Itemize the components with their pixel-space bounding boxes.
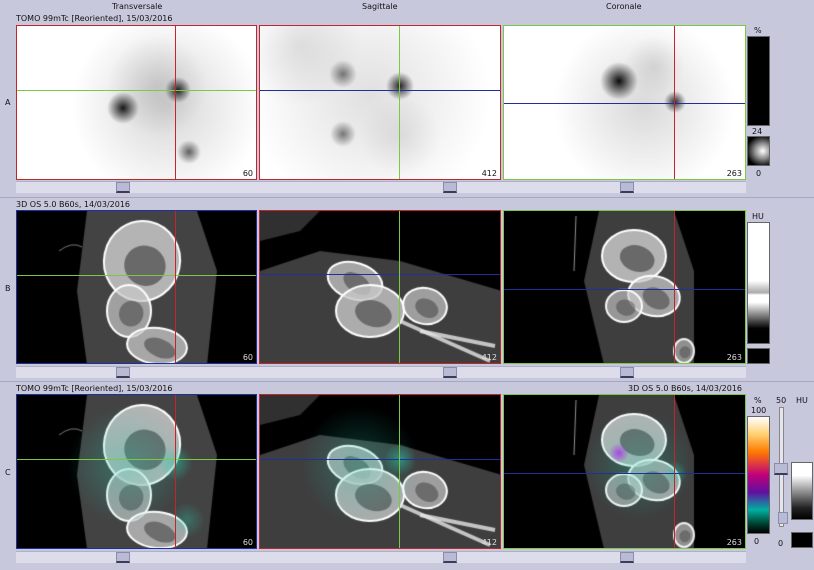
slice-number: 263 [726, 169, 742, 178]
spect-transversal-image [17, 26, 256, 179]
slice-number: 263 [726, 353, 742, 362]
crosshair-vertical [674, 395, 675, 548]
row-a-window-gradient [747, 136, 770, 166]
row-a-sagittal-view[interactable]: 412 [259, 25, 501, 180]
row-c-unit-hu: HU [796, 396, 808, 405]
row-a-unit-label: % [754, 26, 762, 35]
fusion-transversal-image [17, 395, 256, 548]
row-b-transversal-view[interactable]: 60 [16, 210, 257, 364]
crosshair-vertical [175, 395, 176, 548]
crosshair-horizontal [260, 459, 500, 460]
row-c-series-label-left: TOMO 99mTc [Reoriented], 15/03/2016 [16, 384, 173, 393]
crosshair-horizontal [17, 275, 256, 276]
row-a-coronal-view[interactable]: 263 [503, 25, 746, 180]
crosshair-vertical [674, 211, 675, 363]
ct-sagittal-image [260, 211, 500, 363]
slice-number: 412 [481, 353, 497, 362]
crosshair-horizontal [17, 459, 256, 460]
row-b-coronal-view[interactable]: 263 [503, 210, 746, 364]
crosshair-vertical [674, 26, 675, 179]
fusion-sagittal-image [260, 395, 500, 548]
row-c-ct-black-box [791, 532, 813, 548]
row-b-series-label: 3D OS 5.0 B60s, 14/03/2016 [16, 200, 131, 209]
row-c-sagittal-view[interactable]: 412 [259, 394, 501, 549]
slice-number: 412 [481, 169, 497, 178]
row-b-unit-label: HU [752, 212, 764, 221]
row-c-coronal-view[interactable]: 263 [503, 394, 746, 549]
row-c-ct-color-scale [791, 462, 813, 520]
row-a-scale-top: 24 [752, 127, 763, 136]
crosshair-horizontal [504, 289, 745, 290]
window-slider-thumb[interactable] [778, 512, 788, 524]
fusion-coronal-image [504, 395, 745, 548]
row-c-series-label-right: 3D OS 5.0 B60s, 14/03/2016 [628, 384, 743, 393]
crosshair-horizontal [504, 103, 745, 104]
row-c-scale-bottom: 0 [754, 537, 760, 546]
row-b-color-scale [747, 222, 770, 344]
slice-number: 60 [242, 538, 253, 547]
row-b-letter: B [5, 284, 11, 293]
row-c-spect-color-scale [747, 416, 770, 534]
column-header-coronale: Coronale [606, 2, 642, 11]
row-c-ct-scale-bottom: 0 [778, 539, 784, 548]
crosshair-vertical [399, 211, 400, 363]
row-a-letter: A [5, 98, 11, 107]
crosshair-vertical [399, 395, 400, 548]
slider-thumb-coronal[interactable] [620, 552, 634, 563]
spect-sagittal-image [260, 26, 500, 179]
column-header-sagittale: Sagittale [362, 2, 398, 11]
row-a-color-scale [747, 36, 770, 126]
ct-coronal-image [504, 211, 745, 363]
slider-thumb-transversal[interactable] [116, 552, 130, 563]
column-header-transversale: Transversale [112, 2, 163, 11]
crosshair-vertical [175, 211, 176, 363]
slice-number: 60 [242, 353, 253, 362]
crosshair-horizontal [17, 90, 256, 91]
row-a-transversal-view[interactable]: 60 [16, 25, 257, 180]
slice-number: 60 [242, 169, 253, 178]
row-c-unit-fifty: 50 [776, 396, 787, 405]
crosshair-horizontal [504, 473, 745, 474]
row-a-scale-bottom: 0 [756, 169, 762, 178]
slider-thumb-coronal[interactable] [620, 182, 634, 193]
slider-thumb-coronal[interactable] [620, 367, 634, 378]
crosshair-horizontal [260, 90, 500, 91]
row-c-transversal-view[interactable]: 60 [16, 394, 257, 549]
row-a-series-label: TOMO 99mTc [Reoriented], 15/03/2016 [16, 14, 173, 23]
crosshair-horizontal [260, 274, 500, 275]
ct-transversal-image [17, 211, 256, 363]
row-c-letter: C [5, 468, 11, 477]
crosshair-vertical [399, 26, 400, 179]
crosshair-vertical [175, 26, 176, 179]
slider-thumb-sagittal[interactable] [443, 552, 457, 563]
slider-thumb-sagittal[interactable] [443, 182, 457, 193]
slider-thumb-sagittal[interactable] [443, 367, 457, 378]
row-b-window-marker [747, 348, 770, 364]
row-b-sagittal-view[interactable]: 412 [259, 210, 501, 364]
row-c-unit-percent: % [754, 396, 762, 405]
opacity-slider-thumb[interactable] [774, 463, 788, 475]
slice-number: 412 [481, 538, 497, 547]
slider-thumb-transversal[interactable] [116, 182, 130, 193]
row-separator [0, 381, 814, 382]
row-c-scale-top: 100 [751, 406, 767, 415]
slice-number: 263 [726, 538, 742, 547]
slider-thumb-transversal[interactable] [116, 367, 130, 378]
row-separator [0, 197, 814, 198]
